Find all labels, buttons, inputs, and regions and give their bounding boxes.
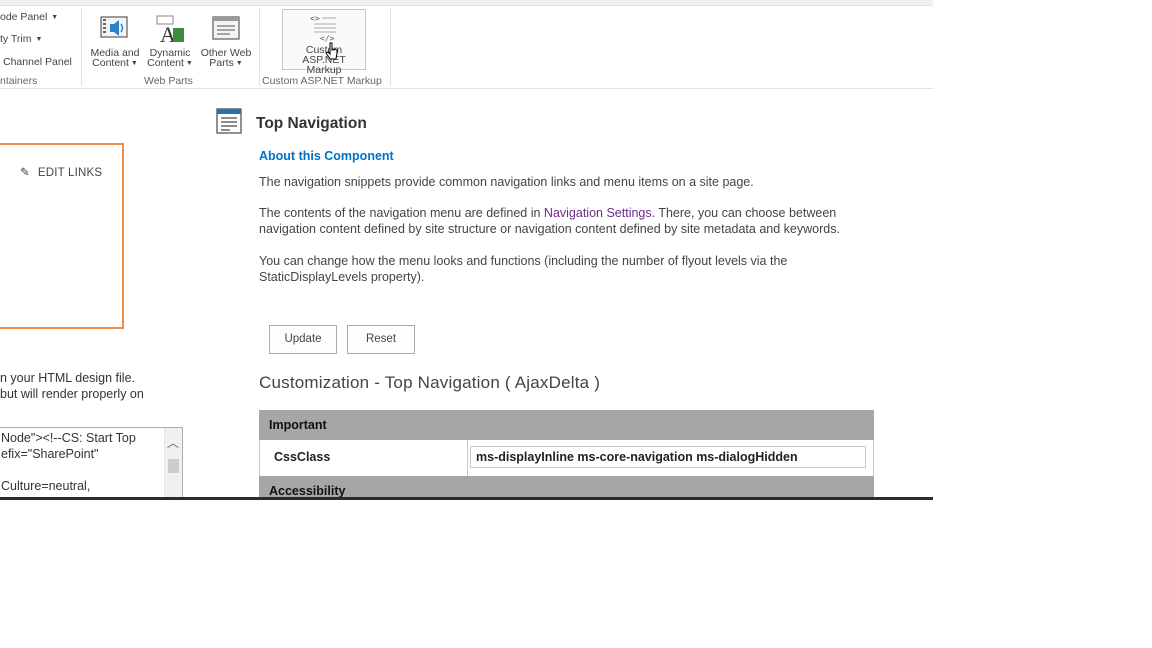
code-scrollbar[interactable]: ︿ [164,428,182,500]
custom-aspnet-markup-button[interactable]: <> </> Custom ASP.NET Markup [282,9,366,75]
dynamic-content-icon: A [156,15,184,46]
section-header-important[interactable]: Important [259,410,874,440]
about-component-heading: About this Component [259,149,394,163]
media-content-button[interactable]: Media and Content ▼ [86,14,144,69]
cssclass-input[interactable] [470,446,866,468]
ribbon-item-label: ty Trim [0,33,32,45]
snippet-code-textarea[interactable]: Node"><!--CS: Start Top efix="SharePoint… [0,427,183,500]
description-paragraph: The contents of the navigation menu are … [259,205,836,221]
code-line: Node"><!--CS: Start Top [1,431,136,445]
code-line: Culture=neutral, [1,479,91,493]
edit-links-label: EDIT LINKS [37,167,103,179]
dynamic-content-button[interactable]: A Dynamic Content ▼ [141,14,199,69]
customization-heading: Customization - Top Navigation ( AjaxDel… [259,373,601,392]
dropdown-caret-icon: ▼ [51,14,59,21]
group-label-containers: ntainers [0,75,38,87]
group-separator [390,8,391,86]
ribbon-item-label: Channel Panel [3,56,72,68]
other-web-parts-button[interactable]: Other Web Parts ▼ [197,14,255,69]
ribbon: ode Panel ▼ ty Trim ▼ Channel Panel ntaine… [0,0,933,89]
svg-text:<>: <> [310,14,320,23]
ribbon-item-security-trim[interactable]: ty Trim ▼ [0,33,42,45]
pencil-icon: ✎ [20,167,30,179]
dropdown-caret-icon: ▼ [35,36,43,43]
column-divider [467,440,468,476]
window-bottom-edge [0,497,933,500]
scrollbar-thumb[interactable] [168,459,179,473]
design-file-note: but will render properly on [0,387,144,401]
group-label-custom-aspnet: Custom ASP.NET Markup [262,75,382,87]
group-separator [81,8,82,86]
mouse-cursor-icon [325,42,338,60]
dropdown-caret-icon: ▼ [235,60,243,67]
description-paragraph: StaticDisplayLevels property). [259,270,425,284]
button-label-line2: Parts [209,57,234,69]
edit-links-button[interactable]: ✎ EDIT LINKS [20,165,102,179]
design-file-note: n your HTML design file. [0,371,136,385]
update-button[interactable]: Update [269,325,337,354]
group-label-web-parts: Web Parts [144,75,193,87]
description-paragraph: You can change how the menu looks and fu… [259,254,788,268]
property-label: CssClass [274,450,331,464]
button-label-line2: Content [147,57,184,69]
description-paragraph: The navigation snippets provide common n… [259,175,754,189]
ribbon-top-edge [0,0,933,6]
aspnet-markup-icon: <> </> [310,14,336,43]
component-icon [216,108,242,134]
media-content-icon [100,16,128,38]
dropdown-caret-icon: ▼ [185,60,193,67]
page-title: Top Navigation [256,115,367,132]
group-separator [259,8,260,86]
ribbon-item-snippet-panel[interactable]: ode Panel ▼ [0,11,58,23]
description-paragraph: navigation content defined by site struc… [259,222,840,236]
button-label-line2: Content [92,57,129,69]
ribbon-item-label: ode Panel [0,11,48,23]
button-label-line1: Custom ASP.NET [302,44,346,66]
scroll-up-arrow-icon[interactable]: ︿ [167,434,179,451]
code-line: efix="SharePoint" [1,447,99,461]
paragraph-text: . There, you can choose between [651,206,837,220]
app-window: ode Panel ▼ ty Trim ▼ Channel Panel ntaine… [0,0,933,500]
paragraph-text: The contents of the navigation menu are … [259,206,544,220]
ribbon-item-channel-panel[interactable]: Channel Panel [3,56,72,68]
reset-button[interactable]: Reset [347,325,415,354]
navigation-settings-link[interactable]: Navigation Settings [544,206,652,220]
property-row-cssclass: CssClass [259,440,874,476]
dropdown-caret-icon: ▼ [130,60,138,67]
other-web-parts-icon [212,16,240,40]
